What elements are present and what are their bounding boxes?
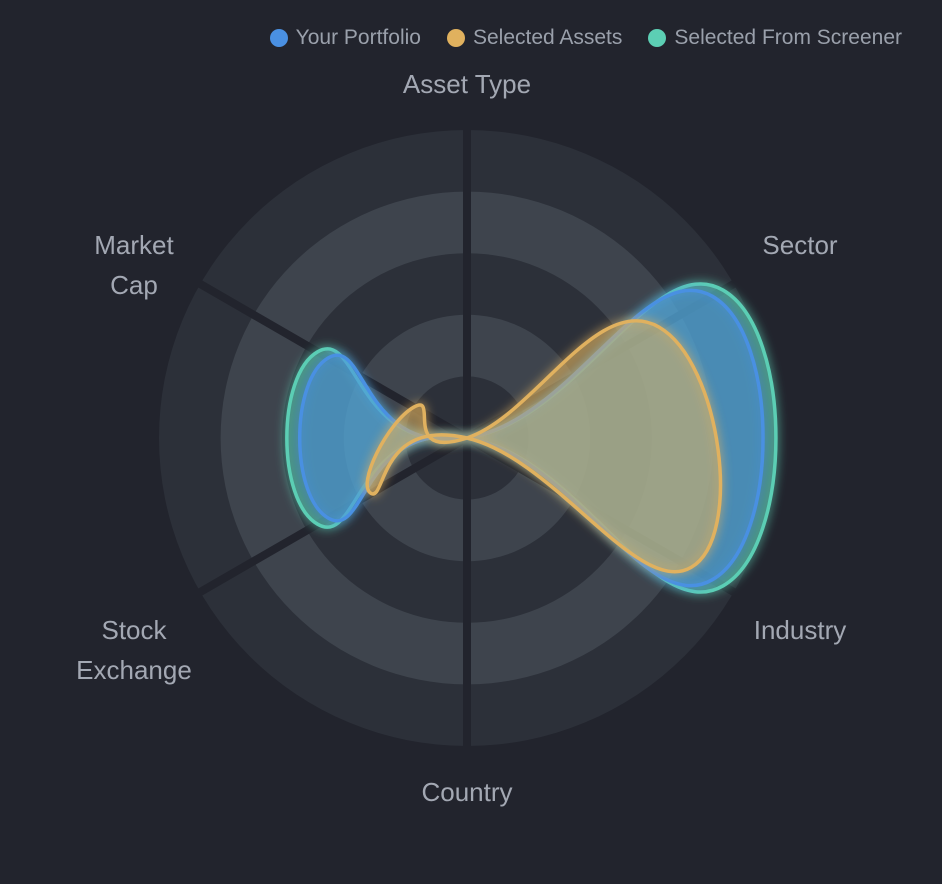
axis-label-country: Country (421, 777, 512, 807)
axis-label-industry: Industry (754, 615, 847, 645)
axis-label-market-cap-line1: Market (94, 230, 174, 260)
axis-label-sector: Sector (762, 230, 837, 260)
axis-label-market-cap-line2: Cap (110, 270, 158, 300)
axis-label-asset-type: Asset Type (403, 69, 531, 99)
radar-chart: Asset Type Sector Industry Country Stock… (76, 69, 847, 807)
axis-label-stock-exchange-line2: Exchange (76, 655, 192, 685)
radar-chart-stage: Your Portfolio Selected Assets Selected … (0, 0, 942, 884)
axis-label-stock-exchange-line1: Stock (101, 615, 167, 645)
